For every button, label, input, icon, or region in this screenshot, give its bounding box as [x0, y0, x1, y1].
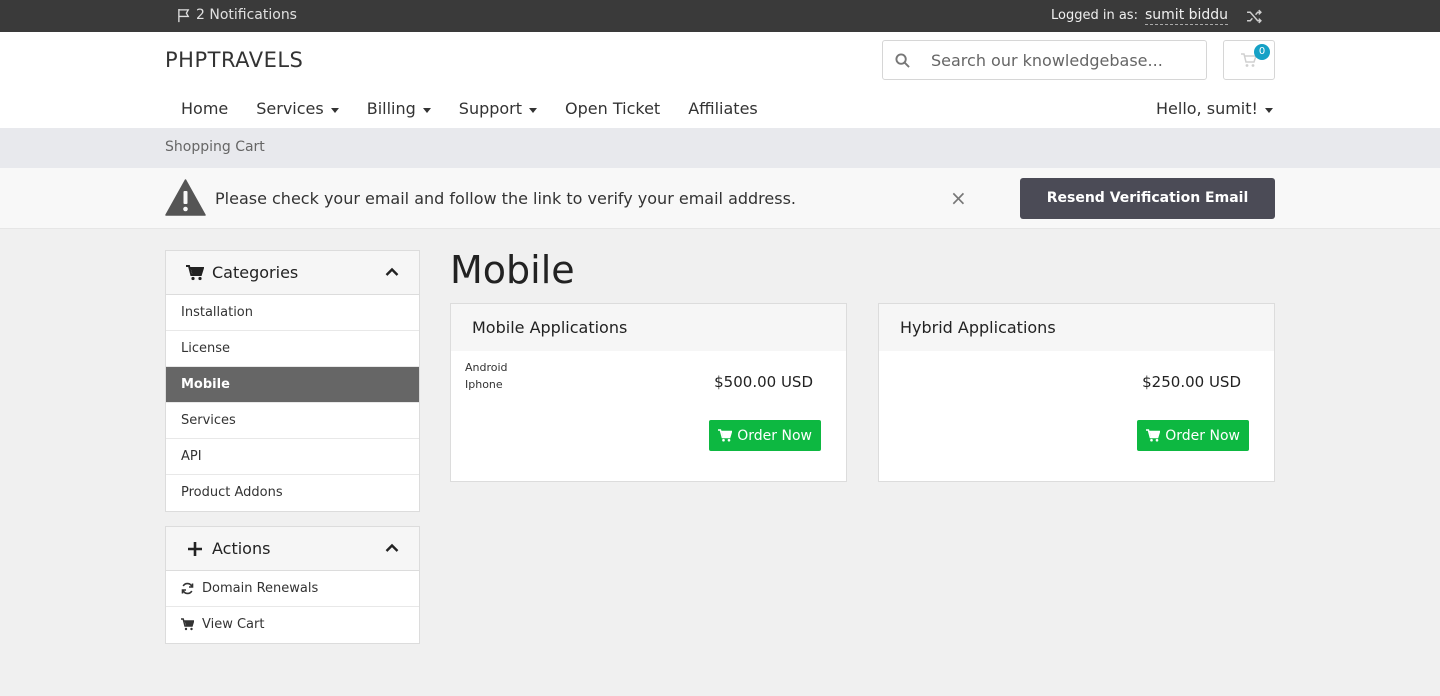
nav-affiliates[interactable]: Affiliates [672, 96, 770, 128]
warning-icon [165, 179, 206, 216]
category-mobile[interactable]: Mobile [166, 367, 419, 403]
category-installation[interactable]: Installation [166, 295, 419, 331]
category-api[interactable]: API [166, 439, 419, 475]
nav-home-label: Home [181, 99, 229, 118]
main-nav: Home Services Billing Support Open Ticke… [165, 96, 770, 128]
cart-button[interactable]: 0 [1223, 40, 1275, 80]
category-services[interactable]: Services [166, 403, 419, 439]
categories-panel: Categories Installation License Mobile S… [165, 250, 420, 512]
nav-open-ticket-label: Open Ticket [565, 99, 661, 118]
account-menu[interactable]: Hello, sumit! [1156, 99, 1273, 118]
close-icon[interactable]: × [950, 188, 967, 208]
logged-in-label: Logged in as: [1051, 8, 1138, 23]
order-now-button[interactable]: Order Now [709, 420, 821, 451]
category-license[interactable]: License [166, 331, 419, 367]
order-now-button[interactable]: Order Now [1137, 420, 1249, 451]
logged-in-user[interactable]: sumit biddu [1145, 7, 1229, 25]
action-domain-renewals[interactable]: Domain Renewals [166, 571, 419, 607]
search-icon [895, 53, 910, 68]
nav-home[interactable]: Home [165, 96, 240, 128]
notifications-label: 2 Notifications [196, 7, 297, 23]
search-input[interactable] [931, 41, 1201, 79]
chevron-up-icon[interactable] [385, 541, 399, 555]
brand-logo[interactable]: PHPTRAVELS [165, 48, 303, 72]
breadcrumb: Shopping Cart [165, 139, 265, 155]
nav-billing-label: Billing [366, 99, 416, 118]
caret-down-icon [422, 108, 431, 113]
category-product-addons[interactable]: Product Addons [166, 475, 419, 511]
actions-title: Actions [212, 539, 271, 558]
feature-item: Android [465, 361, 508, 374]
refresh-icon [181, 582, 194, 595]
caret-down-icon [1264, 108, 1273, 113]
order-now-label: Order Now [737, 427, 812, 444]
header: PHPTRAVELS 0 Home Services Billing Suppo… [0, 32, 1440, 128]
plus-icon [188, 542, 202, 556]
nav-support[interactable]: Support [443, 96, 549, 128]
category-label: Product Addons [181, 485, 283, 500]
action-label: View Cart [202, 617, 265, 632]
nav-services-label: Services [256, 99, 324, 118]
account-menu-label: Hello, sumit! [1156, 99, 1258, 118]
search-box [882, 40, 1207, 80]
cart-icon [1146, 429, 1161, 442]
cart-count-badge: 0 [1254, 44, 1270, 60]
alert-message: Please check your email and follow the l… [215, 189, 797, 208]
top-bar: 2 Notifications Logged in as: sumit bidd… [0, 0, 1440, 32]
actions-panel: Actions Domain Renewals View Cart [165, 526, 420, 644]
product-card: Hybrid Applications $250.00 USD Order No… [878, 303, 1275, 482]
cart-icon [718, 429, 733, 442]
cart-icon [181, 618, 194, 631]
shuffle-icon[interactable] [1246, 8, 1263, 25]
categories-header[interactable]: Categories [166, 251, 419, 295]
actions-header[interactable]: Actions [166, 527, 419, 571]
category-label: Installation [181, 305, 254, 320]
nav-open-ticket[interactable]: Open Ticket [549, 96, 672, 128]
nav-affiliates-label: Affiliates [688, 99, 758, 118]
category-label: Services [181, 413, 236, 428]
product-header: Mobile Applications [451, 304, 846, 351]
caret-down-icon [330, 108, 339, 113]
product-header: Hybrid Applications [879, 304, 1274, 351]
product-price: $500.00 USD [714, 373, 813, 391]
product-name: Hybrid Applications [900, 318, 1056, 337]
categories-title: Categories [212, 263, 299, 282]
caret-down-icon [529, 108, 538, 113]
notifications-link[interactable]: 2 Notifications [177, 7, 297, 23]
product-card: Mobile Applications Android Iphone $500.… [450, 303, 847, 482]
verify-email-alert: Please check your email and follow the l… [0, 168, 1440, 229]
category-label: License [181, 341, 231, 356]
nav-services[interactable]: Services [240, 96, 350, 128]
nav-billing[interactable]: Billing [351, 96, 443, 128]
category-label: API [181, 449, 202, 464]
nav-support-label: Support [458, 99, 523, 118]
cart-icon [186, 265, 204, 281]
product-price: $250.00 USD [1142, 373, 1241, 391]
category-label: Mobile [181, 377, 230, 392]
action-label: Domain Renewals [202, 581, 319, 596]
resend-verification-button[interactable]: Resend Verification Email [1020, 178, 1275, 219]
flag-icon [178, 8, 190, 22]
chevron-up-icon[interactable] [385, 265, 399, 279]
product-features: Android Iphone [465, 359, 508, 393]
action-view-cart[interactable]: View Cart [166, 607, 419, 643]
breadcrumb-bar: Shopping Cart [0, 128, 1440, 168]
order-now-label: Order Now [1165, 427, 1240, 444]
feature-item: Iphone [465, 378, 503, 391]
page-title: Mobile [450, 248, 575, 292]
product-name: Mobile Applications [472, 318, 628, 337]
